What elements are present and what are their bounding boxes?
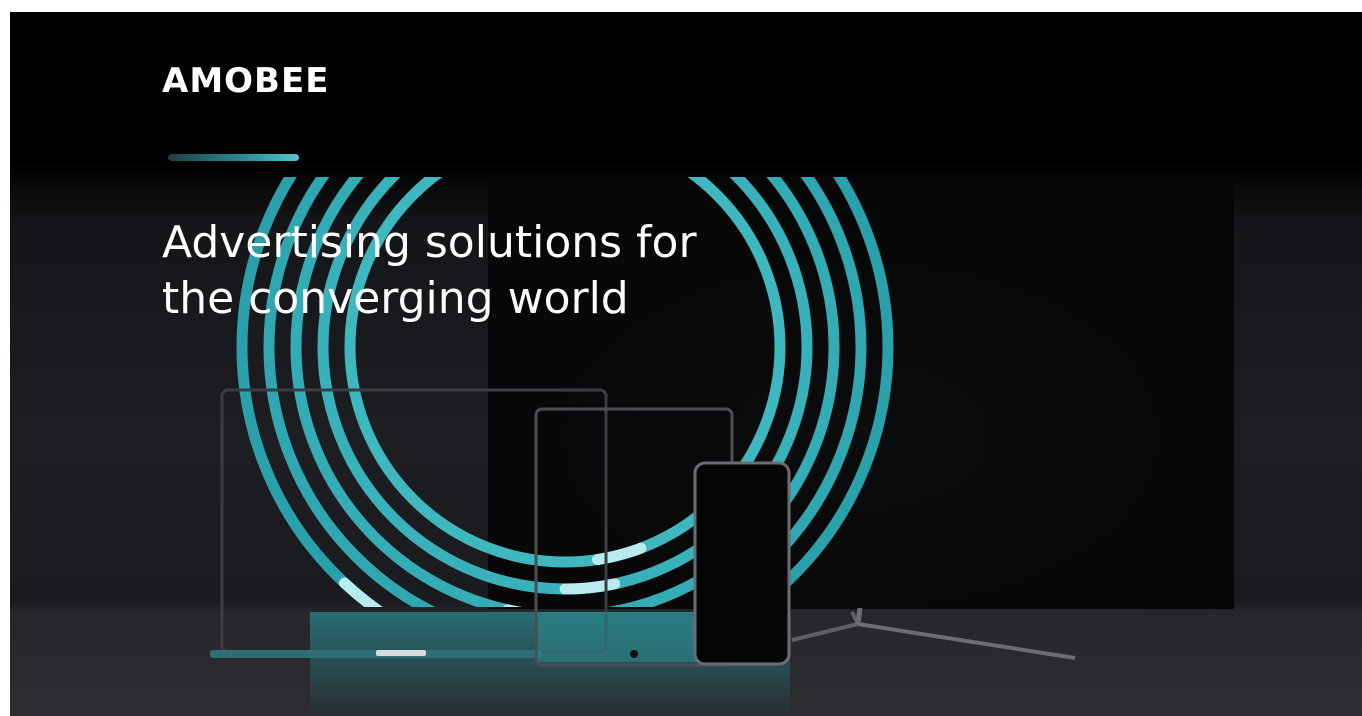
- hero-headline: Advertising solutions for the converging…: [162, 215, 802, 327]
- hero-banner: AMOBEE Advertising solutions for the con…: [10, 12, 1362, 716]
- headline-line-2: the converging world: [162, 273, 629, 324]
- accent-divider: [168, 154, 299, 161]
- amobee-logo[interactable]: AMOBEE: [162, 64, 329, 98]
- device-scene-illustration: [210, 177, 1234, 716]
- smartphone: [693, 461, 791, 666]
- headline-line-1: Advertising solutions for: [162, 217, 697, 268]
- tv-stand: [791, 607, 1076, 660]
